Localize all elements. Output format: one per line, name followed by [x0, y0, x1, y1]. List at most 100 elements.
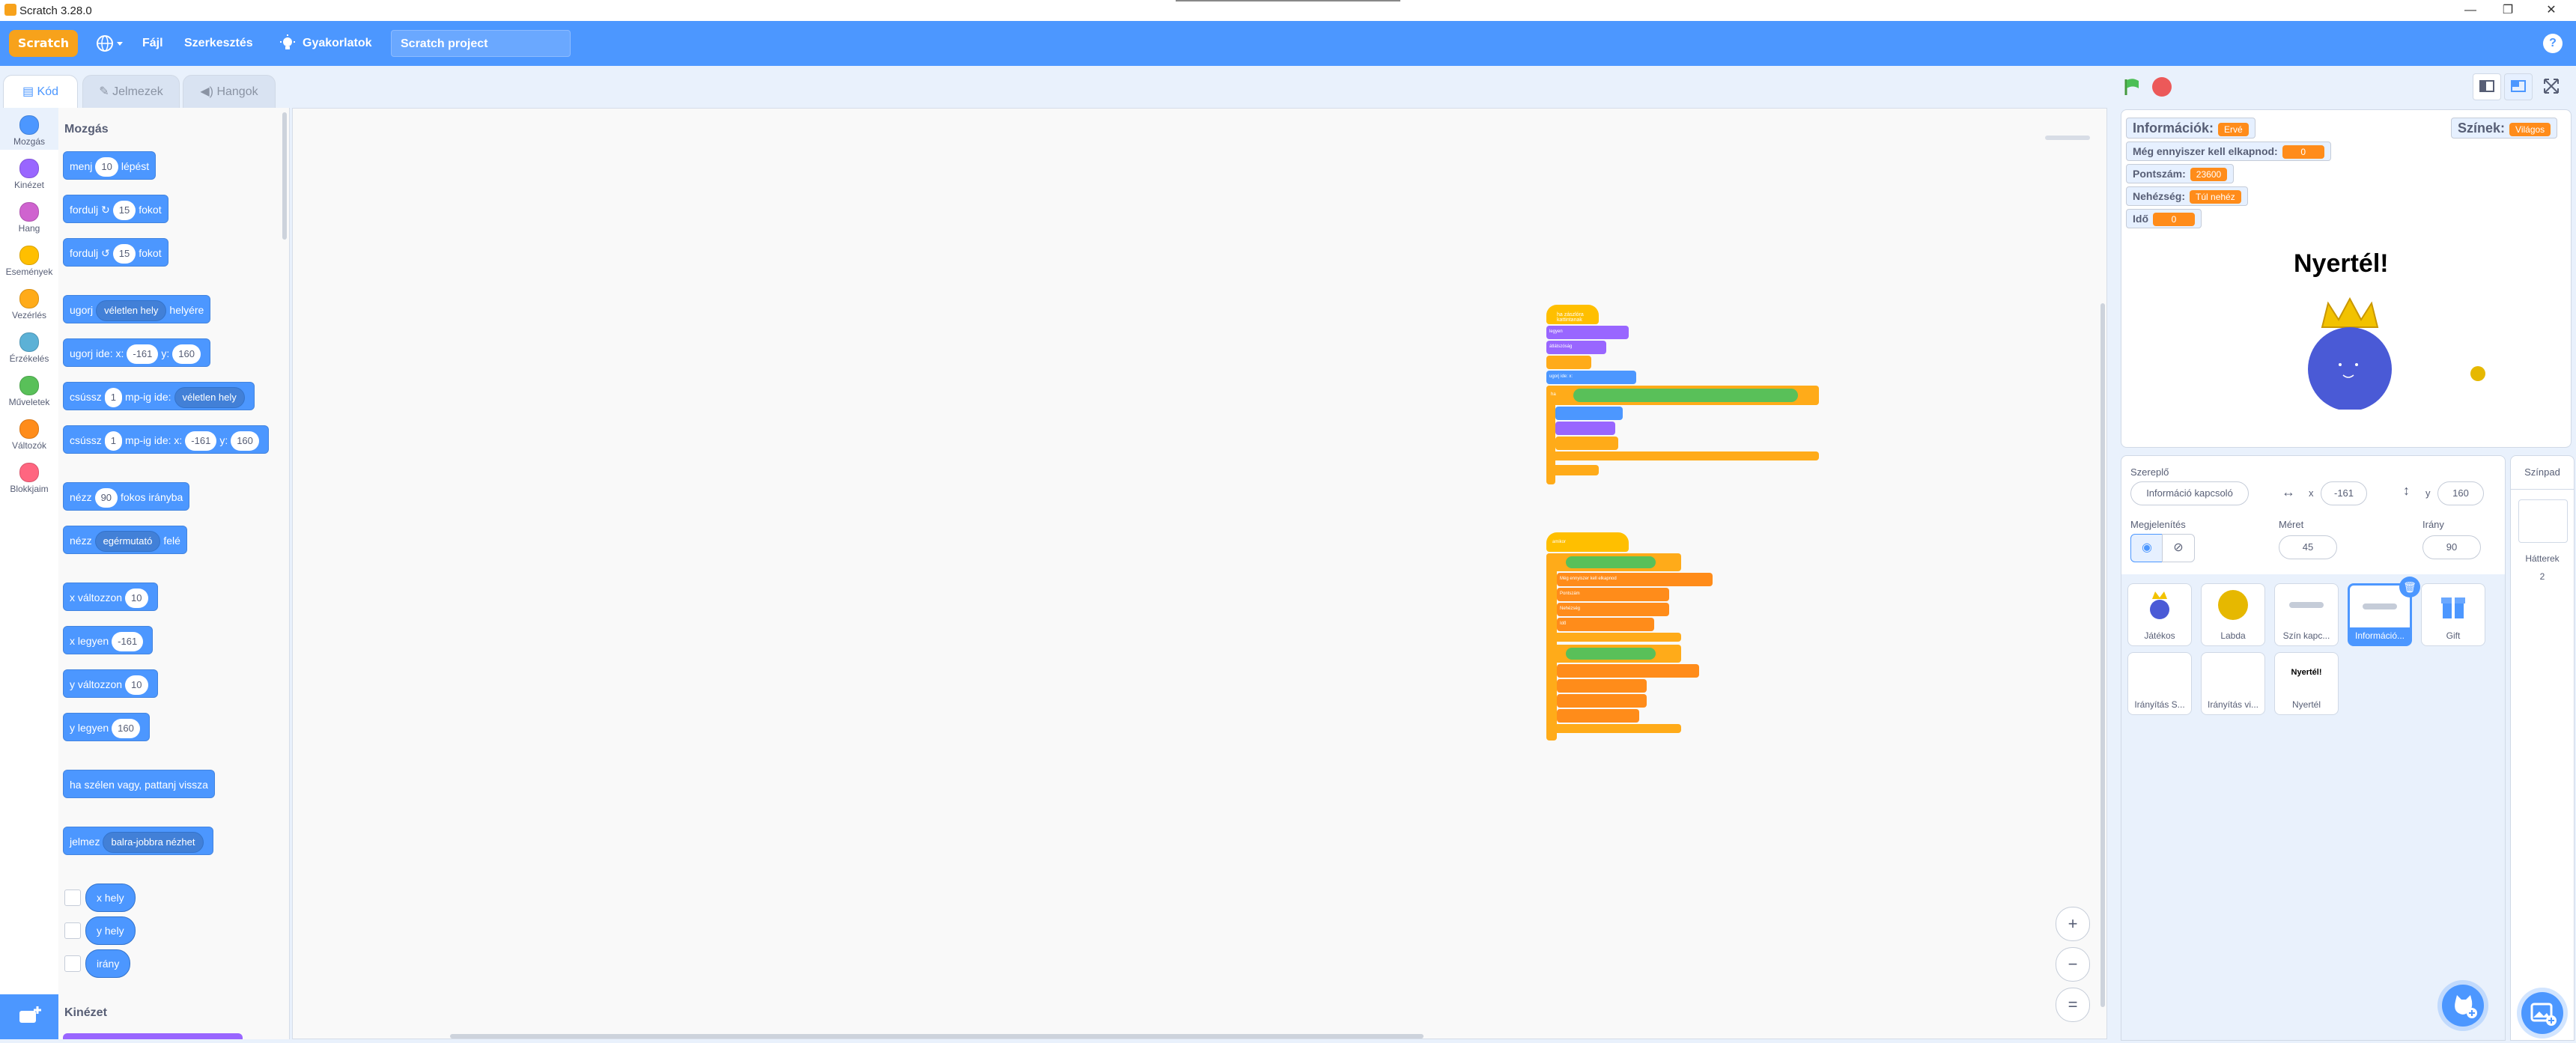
block-goto-xy-script[interactable]: ugorj ide: x: — [1546, 371, 1636, 384]
block-next-costume[interactable] — [1555, 422, 1615, 435]
block-change-y[interactable]: y változzon 10 — [63, 669, 158, 698]
category-motion[interactable]: Mozgás — [0, 108, 58, 150]
category-my-blocks[interactable]: Blokkjaim — [0, 455, 58, 497]
set-var-score-2[interactable] — [1557, 679, 1647, 693]
tab-code[interactable]: ▤ Kód — [3, 75, 78, 108]
block-looks-partial[interactable] — [63, 1033, 243, 1039]
maximize-button[interactable]: ❐ — [2486, 0, 2530, 21]
ball-sprite[interactable] — [2470, 366, 2485, 381]
reporter-y-position[interactable]: y hely — [85, 916, 136, 945]
hat-block-when[interactable]: amikor — [1546, 532, 1629, 552]
zoom-out-button[interactable]: − — [2056, 947, 2090, 982]
project-title-input[interactable]: Scratch project — [391, 30, 571, 57]
sprite-tile-player[interactable]: Játékos — [2127, 583, 2192, 646]
category-variables[interactable]: Változók — [0, 412, 58, 454]
tab-sounds[interactable]: ◀) Hangok — [183, 75, 276, 108]
sprite-x-input[interactable]: -161 — [2321, 481, 2367, 505]
category-sensing[interactable]: Érzékelés — [0, 325, 58, 367]
set-var-difficulty-2[interactable] — [1557, 694, 1647, 708]
reporter-direction[interactable]: irány — [85, 949, 131, 978]
sprite-tile-gift[interactable]: Gift — [2421, 583, 2485, 646]
tutorials-menu[interactable]: Gyakorlatok — [303, 21, 371, 66]
close-button[interactable]: ✕ — [2530, 0, 2573, 21]
if-block[interactable]: ha — [1546, 386, 1819, 405]
edit-menu[interactable]: Szerkesztés — [184, 21, 253, 66]
block-inner[interactable] — [1555, 437, 1618, 450]
help-button[interactable]: ? — [2543, 34, 2563, 53]
stop-button[interactable] — [2152, 77, 2172, 97]
category-operators[interactable]: Műveletek — [0, 368, 58, 410]
if-block-2[interactable] — [1546, 645, 1681, 663]
category-sound[interactable]: Hang — [0, 195, 58, 237]
add-sprite-button[interactable] — [2442, 985, 2484, 1027]
checkbox-y-position[interactable] — [64, 922, 81, 939]
sprite-tile-ball[interactable]: Labda — [2201, 583, 2265, 646]
normal-stage-button[interactable] — [2504, 73, 2533, 100]
add-extension-button[interactable] — [0, 994, 58, 1039]
block-glide-to[interactable]: csússz 1 mp-ig ide: véletlen hely — [63, 382, 255, 410]
zoom-reset-button[interactable]: = — [2056, 988, 2090, 1022]
palette-scrollbar[interactable] — [282, 112, 287, 240]
zoom-in-button[interactable]: + — [2056, 907, 2090, 941]
hide-sprite-button[interactable]: ⊘ — [2162, 534, 2195, 562]
block-goto-xy[interactable]: ugorj ide: x: -161 y: 160 — [63, 338, 210, 367]
if-block-bottom[interactable] — [1546, 451, 1819, 460]
code-vertical-scrollbar[interactable] — [2100, 303, 2105, 1007]
reporter-x-position[interactable]: x hely — [85, 884, 136, 912]
equals-operator-2[interactable] — [1566, 648, 1656, 660]
sprite-name-input[interactable]: Információ kapcsoló — [2130, 481, 2249, 505]
script-area[interactable]: ha zászlóra kattintanak legyen átlátszós… — [292, 108, 2107, 1039]
if-block-2-bottom[interactable] — [1546, 724, 1681, 733]
sprite-size-input[interactable]: 45 — [2279, 535, 2337, 559]
set-var-difficulty[interactable]: Nehézség — [1557, 603, 1669, 616]
block-rotation-style[interactable]: jelmez balra-jobbra nézhet — [63, 827, 213, 855]
equals-operator-1[interactable] — [1566, 556, 1656, 568]
block-set-effect[interactable]: legyen — [1546, 326, 1629, 339]
set-var-remaining[interactable]: Még ennyiszer kell elkapnod — [1557, 573, 1713, 586]
category-control[interactable]: Vezérlés — [0, 282, 58, 323]
block-turn-left[interactable]: fordulj ↺ 15 fokot — [63, 238, 168, 267]
show-sprite-button[interactable]: ◉ — [2130, 534, 2163, 562]
if-block-1[interactable] — [1546, 553, 1681, 571]
block-goto[interactable]: ugorj véletlen hely helyére — [63, 295, 211, 323]
block-glide-xy[interactable]: csússz 1 mp-ig ide: x: -161 y: 160 — [63, 425, 269, 454]
and-operator[interactable] — [1573, 389, 1798, 402]
if-block-1-bottom[interactable] — [1546, 633, 1681, 642]
block-move-steps[interactable]: menj 10 lépést — [63, 151, 157, 180]
fullscreen-button[interactable] — [2540, 75, 2563, 97]
sprite-tile-control-v[interactable]: Irányítás vi... — [2201, 652, 2265, 715]
sprite-tile-information[interactable]: Információ... 🗑 — [2348, 577, 2420, 646]
file-menu[interactable]: Fájl — [142, 21, 163, 66]
sprite-tile-won[interactable]: Nyertél! Nyertél — [2274, 652, 2339, 715]
hat-block-flag[interactable]: ha zászlóra kattintanak — [1546, 305, 1599, 324]
block-point-towards[interactable]: nézz egérmutató felé — [63, 526, 187, 554]
sprite-direction-input[interactable]: 90 — [2422, 535, 2481, 559]
player-sprite[interactable] — [2301, 297, 2399, 411]
block-wait[interactable] — [1546, 356, 1591, 369]
sprite-tile-control-s[interactable]: Irányítás S... — [2127, 652, 2192, 715]
block-change-x[interactable]: x változzon 10 — [63, 583, 158, 611]
set-var-time[interactable]: Idő — [1557, 618, 1654, 631]
scratch-logo[interactable]: Scratch — [9, 30, 78, 57]
block-point[interactable] — [1555, 407, 1623, 420]
sprite-tile-color-switch[interactable]: Szín kapc... — [2274, 583, 2339, 646]
category-events[interactable]: Események — [0, 238, 58, 280]
code-horizontal-scrollbar[interactable] — [450, 1034, 1424, 1039]
small-stage-button[interactable] — [2473, 73, 2501, 100]
category-looks[interactable]: Kinézet — [0, 151, 58, 193]
stage-canvas[interactable]: Információk: Ervé Színek: Világos Még enny… — [2121, 109, 2572, 448]
add-backdrop-button[interactable] — [2521, 992, 2563, 1034]
set-var-time-2[interactable] — [1557, 709, 1639, 723]
block-set-x[interactable]: x legyen -161 — [63, 626, 154, 654]
script-stack-1[interactable]: ha zászlóra kattintanak legyen átlátszós… — [1546, 305, 1819, 484]
block-set-ghost[interactable]: átlátszóság — [1546, 341, 1606, 354]
delete-sprite-button[interactable]: 🗑 — [2399, 577, 2420, 597]
stage-thumbnail[interactable] — [2518, 499, 2568, 543]
language-menu[interactable] — [96, 33, 126, 54]
block-set-y[interactable]: y legyen 160 — [63, 713, 150, 741]
checkbox-x-position[interactable] — [64, 890, 81, 906]
checkbox-direction[interactable] — [64, 955, 81, 972]
tab-costumes[interactable]: ✎ Jelmezek — [82, 75, 180, 108]
block-bounce[interactable]: ha szélen vagy, pattanj vissza — [63, 770, 215, 798]
green-flag-button[interactable] — [2122, 77, 2142, 97]
